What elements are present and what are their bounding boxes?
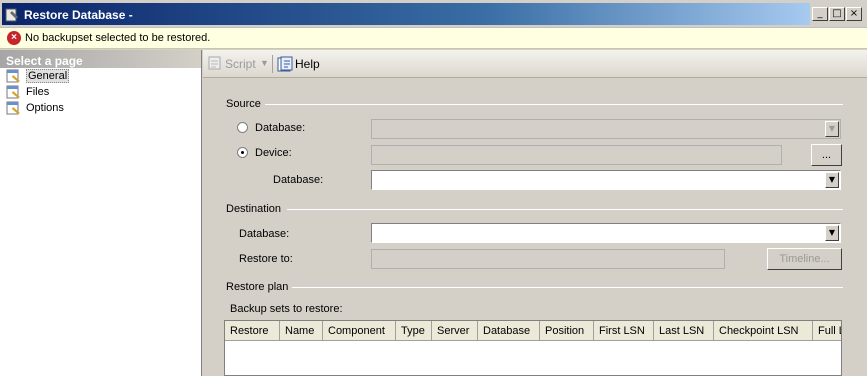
help-button[interactable]: Help <box>295 57 320 71</box>
device-source-radio[interactable] <box>237 147 248 158</box>
device-database-label: Database: <box>273 174 324 186</box>
maximize-button[interactable]: □ <box>829 7 845 21</box>
column-header-last-lsn[interactable]: Last LSN <box>654 321 714 341</box>
error-message: No backupset selected to be restored. <box>25 32 211 44</box>
destination-group-title: Destination <box>226 203 282 215</box>
help-icon <box>277 56 293 72</box>
general-page: Script ▼ Help Source Database: ▼ Device:… <box>203 50 867 376</box>
page-item-general[interactable]: General <box>0 68 201 84</box>
toolbar-separator <box>272 55 273 73</box>
device-database-combo[interactable]: ▼ <box>371 170 841 190</box>
column-header-checkpoint-lsn[interactable]: Checkpoint LSN <box>714 321 813 341</box>
chevron-down-icon: ▼ <box>825 121 839 137</box>
destination-database-combo[interactable]: ▼ <box>371 223 841 243</box>
device-source-label: Device: <box>255 147 292 159</box>
error-icon: × <box>7 31 21 45</box>
page-item-label: Files <box>26 86 50 98</box>
column-header-database[interactable]: Database <box>478 321 540 341</box>
title-bar: Restore Database - _ □ × <box>0 0 867 28</box>
source-divider <box>265 104 843 105</box>
column-header-server[interactable]: Server <box>432 321 478 341</box>
window-title: Restore Database - <box>24 8 133 22</box>
restore-to-label: Restore to: <box>239 253 293 265</box>
page-wrench-icon <box>6 69 20 83</box>
select-page-header: Select a page <box>0 50 201 68</box>
select-page-pane: Select a page General Files Options <box>0 50 202 376</box>
chevron-down-icon[interactable]: ▼ <box>825 172 839 188</box>
minimize-button[interactable]: _ <box>812 7 828 21</box>
restore-plan-group-title: Restore plan <box>226 281 289 293</box>
destination-divider <box>287 209 843 210</box>
timeline-button: Timeline... <box>767 248 842 270</box>
page-wrench-icon <box>6 85 20 99</box>
page-item-options[interactable]: Options <box>0 100 201 116</box>
column-header-full-lsn[interactable]: Full L <box>813 321 841 341</box>
database-source-label: Database: <box>255 122 306 134</box>
column-header-first-lsn[interactable]: First LSN <box>594 321 654 341</box>
grid-header-row: Restore Name Component Type Server Datab… <box>225 321 841 341</box>
database-source-radio[interactable] <box>237 122 248 133</box>
close-button[interactable]: × <box>846 7 862 21</box>
device-path-field <box>371 145 782 165</box>
source-group-title: Source <box>226 98 261 110</box>
error-message-bar: × No backupset selected to be restored. <box>0 28 867 49</box>
restore-to-field <box>371 249 725 269</box>
page-item-files[interactable]: Files <box>0 84 201 100</box>
column-header-name[interactable]: Name <box>280 321 323 341</box>
column-header-component[interactable]: Component <box>323 321 396 341</box>
restore-options-content: Source Database: ▼ Device: ... Database:… <box>203 78 867 376</box>
script-icon <box>208 56 221 70</box>
script-button[interactable]: Script <box>225 57 256 71</box>
backup-sets-grid[interactable]: Restore Name Component Type Server Datab… <box>224 320 842 376</box>
chevron-down-icon[interactable]: ▼ <box>825 225 839 241</box>
page-item-label: Options <box>26 102 64 114</box>
column-header-position[interactable]: Position <box>540 321 594 341</box>
column-header-type[interactable]: Type <box>396 321 432 341</box>
page-wrench-icon <box>6 101 20 115</box>
backup-sets-label: Backup sets to restore: <box>230 303 343 315</box>
restore-plan-divider <box>292 287 843 288</box>
destination-database-label: Database: <box>239 228 290 240</box>
source-database-combo: ▼ <box>371 119 841 139</box>
script-dropdown-icon[interactable]: ▼ <box>260 58 269 68</box>
browse-device-button[interactable]: ... <box>811 144 842 166</box>
column-header-restore[interactable]: Restore <box>225 321 280 341</box>
restore-database-icon <box>5 8 18 22</box>
page-item-label: General <box>26 69 70 83</box>
toolbar: Script ▼ Help <box>203 50 867 78</box>
